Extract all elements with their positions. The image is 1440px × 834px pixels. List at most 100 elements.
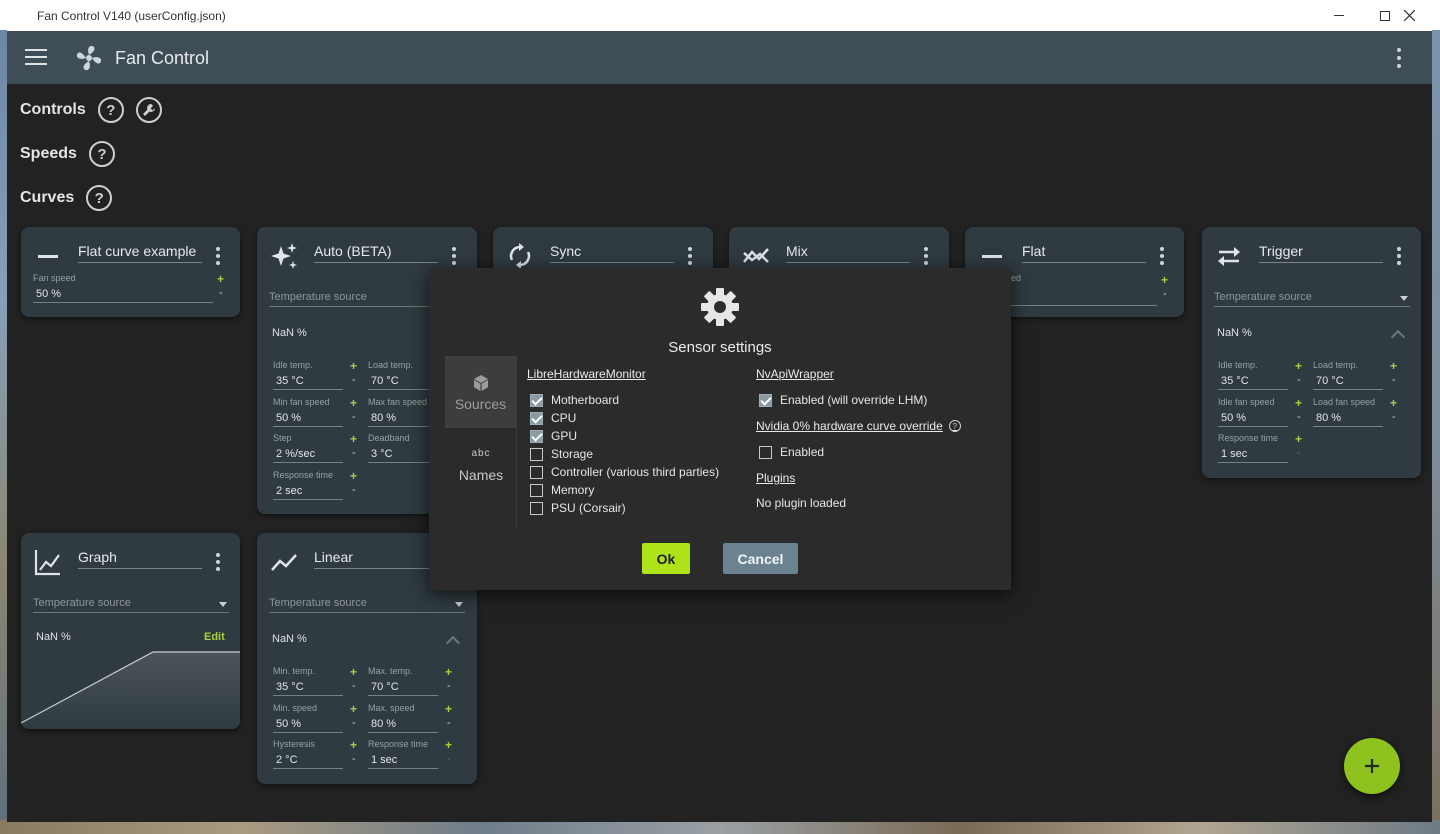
field-value[interactable]: 2 %/sec xyxy=(273,445,343,463)
decrement-button[interactable]: - xyxy=(352,411,356,423)
field-value[interactable]: 70 °C xyxy=(368,372,438,390)
select-placeholder: Temperature source xyxy=(1214,291,1312,303)
card-name[interactable]: Flat curve example xyxy=(78,243,202,263)
decrement-button[interactable]: - xyxy=(447,717,451,729)
field-value[interactable]: 80 % xyxy=(1313,409,1383,427)
decrement-button[interactable]: - xyxy=(447,753,451,765)
temperature-source-select[interactable]: Temperature source xyxy=(33,597,229,613)
field-value[interactable]: 50 % xyxy=(1218,409,1288,427)
decrement-button[interactable]: - xyxy=(1297,411,1301,423)
decrement-button[interactable]: - xyxy=(447,680,451,692)
help-icon[interactable]: ? xyxy=(86,185,113,211)
increment-button[interactable]: + xyxy=(445,739,452,751)
temperature-source-select[interactable]: Temperature source xyxy=(1214,291,1410,307)
field-value[interactable]: 70 °C xyxy=(1313,372,1383,390)
card-menu-icon[interactable] xyxy=(686,247,694,265)
field-value[interactable]: 50 % xyxy=(273,715,343,733)
more-options-icon[interactable] xyxy=(1392,48,1406,68)
checkbox-psu[interactable]: PSU (Corsair) xyxy=(530,501,626,515)
increment-button[interactable]: + xyxy=(350,739,357,751)
card-menu-icon[interactable] xyxy=(922,247,930,265)
add-button[interactable] xyxy=(1344,738,1400,794)
increment-button[interactable]: + xyxy=(1390,360,1397,372)
card-menu-icon[interactable] xyxy=(214,247,222,265)
checkbox-memory[interactable]: Memory xyxy=(530,483,594,497)
cancel-button[interactable]: Cancel xyxy=(723,543,798,574)
increment-button[interactable]: + xyxy=(350,433,357,445)
checkbox-cpu[interactable]: CPU xyxy=(530,411,576,425)
increment-button[interactable]: + xyxy=(1295,433,1302,445)
increment-button[interactable]: + xyxy=(350,397,357,409)
help-icon[interactable]: ? xyxy=(948,420,961,432)
decrement-button[interactable]: - xyxy=(1297,447,1301,459)
field-value[interactable]: 80 % xyxy=(368,715,438,733)
field-value[interactable]: 3 °C xyxy=(368,445,438,463)
decrement-button[interactable]: - xyxy=(352,374,356,386)
card-name[interactable]: Sync xyxy=(550,243,674,263)
wrench-icon[interactable] xyxy=(135,97,162,123)
field-value[interactable]: 50 % xyxy=(33,285,213,303)
chevron-up-icon[interactable] xyxy=(445,635,461,651)
increment-button[interactable]: + xyxy=(350,470,357,482)
checkbox-gpu[interactable]: GPU xyxy=(530,429,577,443)
field-value[interactable]: 35 °C xyxy=(1218,372,1288,390)
increment-button[interactable]: + xyxy=(217,273,224,285)
checkbox-nvidia0-enabled[interactable]: Enabled xyxy=(759,445,824,459)
decrement-button[interactable]: - xyxy=(1163,288,1167,300)
checkbox-storage[interactable]: Storage xyxy=(530,447,593,461)
help-icon[interactable]: ? xyxy=(88,141,115,167)
card-menu-icon[interactable] xyxy=(214,553,222,571)
decrement-button[interactable]: - xyxy=(1297,374,1301,386)
increment-button[interactable]: + xyxy=(445,666,452,678)
field-value[interactable]: 2 °C xyxy=(273,751,343,769)
card-name[interactable]: Flat xyxy=(1022,243,1146,263)
field-value[interactable]: 80 % xyxy=(368,409,438,427)
decrement-button[interactable]: - xyxy=(352,717,356,729)
card-menu-icon[interactable] xyxy=(1158,247,1166,265)
card-name[interactable]: Graph xyxy=(78,549,202,569)
checkbox-motherboard[interactable]: Motherboard xyxy=(530,393,619,407)
increment-button[interactable]: + xyxy=(350,360,357,372)
field-value[interactable]: 50 % xyxy=(273,409,343,427)
card-menu-icon[interactable] xyxy=(450,247,458,265)
edit-graph-button[interactable]: Edit xyxy=(204,631,225,643)
increment-button[interactable]: + xyxy=(350,666,357,678)
card-name[interactable]: Trigger xyxy=(1259,243,1383,263)
decrement-button[interactable]: - xyxy=(1392,411,1396,423)
decrement-button[interactable]: - xyxy=(219,287,223,299)
temperature-source-select[interactable]: Temperature source xyxy=(269,597,465,613)
menu-icon[interactable] xyxy=(25,49,47,65)
checkbox-box xyxy=(530,483,543,497)
increment-button[interactable]: + xyxy=(1295,397,1302,409)
field-value[interactable]: 1 sec xyxy=(368,751,438,769)
help-icon[interactable]: ? xyxy=(97,97,124,123)
increment-button[interactable]: + xyxy=(445,703,452,715)
checkbox-box xyxy=(530,501,543,515)
field-value[interactable]: 35 °C xyxy=(273,372,343,390)
field-value[interactable]: 70 °C xyxy=(368,678,438,696)
card-name[interactable]: Auto (BETA) xyxy=(314,243,438,263)
card-menu-icon[interactable] xyxy=(1395,247,1403,265)
decrement-button[interactable]: - xyxy=(1392,374,1396,386)
increment-button[interactable]: + xyxy=(350,703,357,715)
chevron-up-icon[interactable] xyxy=(1390,329,1406,345)
minimize-button[interactable] xyxy=(1316,0,1362,31)
field-value[interactable]: 1 sec xyxy=(1218,445,1288,463)
increment-button[interactable]: + xyxy=(1295,360,1302,372)
field-value[interactable]: 35 °C xyxy=(273,678,343,696)
increment-button[interactable]: + xyxy=(1161,273,1168,287)
close-button[interactable] xyxy=(1386,0,1432,31)
curve-preview[interactable] xyxy=(21,649,240,729)
nav-sources[interactable]: Sources xyxy=(445,356,516,428)
checkbox-controller[interactable]: Controller (various third parties) xyxy=(530,465,719,479)
decrement-button[interactable]: - xyxy=(352,484,356,496)
decrement-button[interactable]: - xyxy=(352,680,356,692)
field-value[interactable]: 2 sec xyxy=(273,482,343,500)
ok-button[interactable]: Ok xyxy=(642,543,690,574)
increment-button[interactable]: + xyxy=(1390,397,1397,409)
decrement-button[interactable]: - xyxy=(352,447,356,459)
card-name[interactable]: Mix xyxy=(786,243,910,263)
decrement-button[interactable]: - xyxy=(352,753,356,765)
card-name[interactable]: Linear xyxy=(314,549,438,569)
checkbox-nvapi-enabled[interactable]: Enabled (will override LHM) xyxy=(759,393,927,407)
